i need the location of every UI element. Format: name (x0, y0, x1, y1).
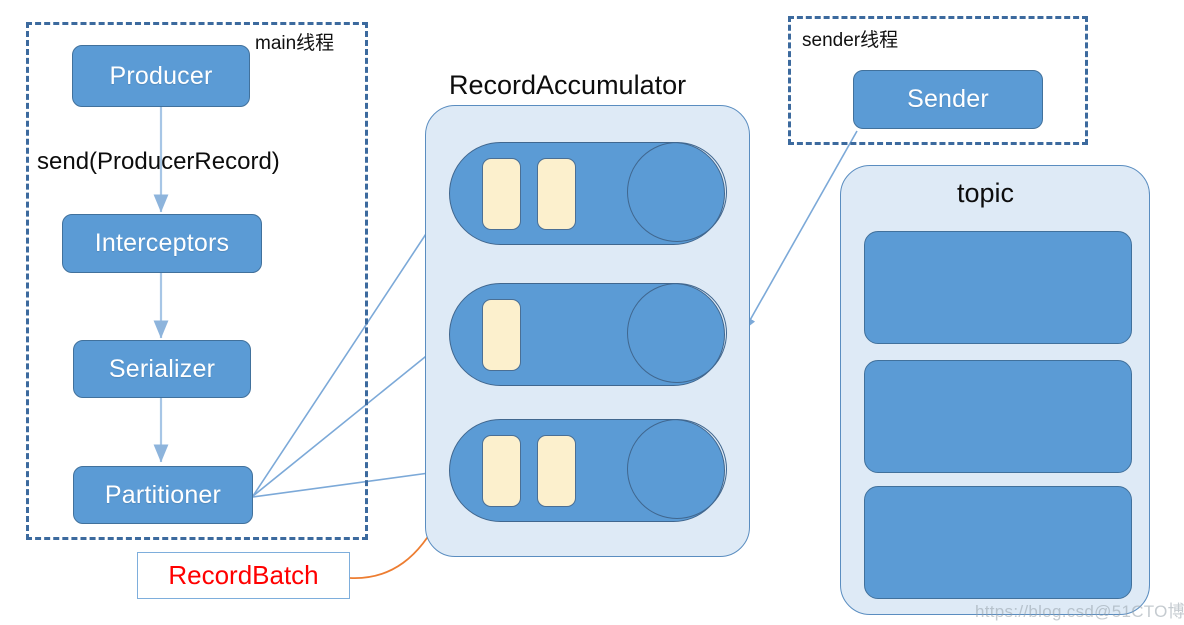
topic-title: topic (957, 178, 1015, 208)
batch-1-circle-icon (627, 142, 727, 242)
batch-3-circle-icon (627, 419, 727, 519)
topic-partition-2[interactable] (864, 486, 1132, 599)
watermark-text: https://blog.csd@51CTO博客 (975, 602, 1184, 621)
node-serializer[interactable]: Serializer (73, 340, 251, 398)
node-interceptors-label: Interceptors (94, 229, 230, 257)
batch-row-3[interactable] (449, 419, 727, 522)
node-producer[interactable]: Producer (72, 45, 250, 107)
node-partitioner[interactable]: Partitioner (73, 466, 253, 524)
recordbatch-callout[interactable]: RecordBatch (137, 552, 350, 599)
node-sender[interactable]: Sender (853, 70, 1043, 129)
topic-shell: topic (840, 165, 1150, 615)
node-producer-label: Producer (109, 61, 213, 90)
node-serializer-label: Serializer (108, 354, 216, 383)
batch-3-record-1 (482, 435, 521, 507)
batch-3-record-2 (537, 435, 576, 507)
batch-row-2[interactable] (449, 283, 727, 386)
sender-thread-label: sender线程 (802, 30, 899, 51)
topic-partition-1[interactable] (864, 360, 1132, 473)
batch-1-record-2 (537, 158, 576, 230)
recordbatch-callout-label: RecordBatch (168, 560, 319, 590)
node-sender-label: Sender (907, 85, 989, 113)
accumulator-title: RecordAccumulator (449, 70, 687, 100)
topic-partition-0[interactable] (864, 231, 1132, 344)
batch-2-circle-icon (627, 283, 727, 383)
main-thread-label: main线程 (255, 33, 335, 54)
batch-row-1[interactable] (449, 142, 727, 245)
batch-1-record-1 (482, 158, 521, 230)
send-producerrecord-label: send(ProducerRecord) (37, 148, 280, 175)
node-interceptors[interactable]: Interceptors (62, 214, 262, 273)
node-partitioner-label: Partitioner (104, 480, 222, 509)
batch-2-record-1 (482, 299, 521, 371)
